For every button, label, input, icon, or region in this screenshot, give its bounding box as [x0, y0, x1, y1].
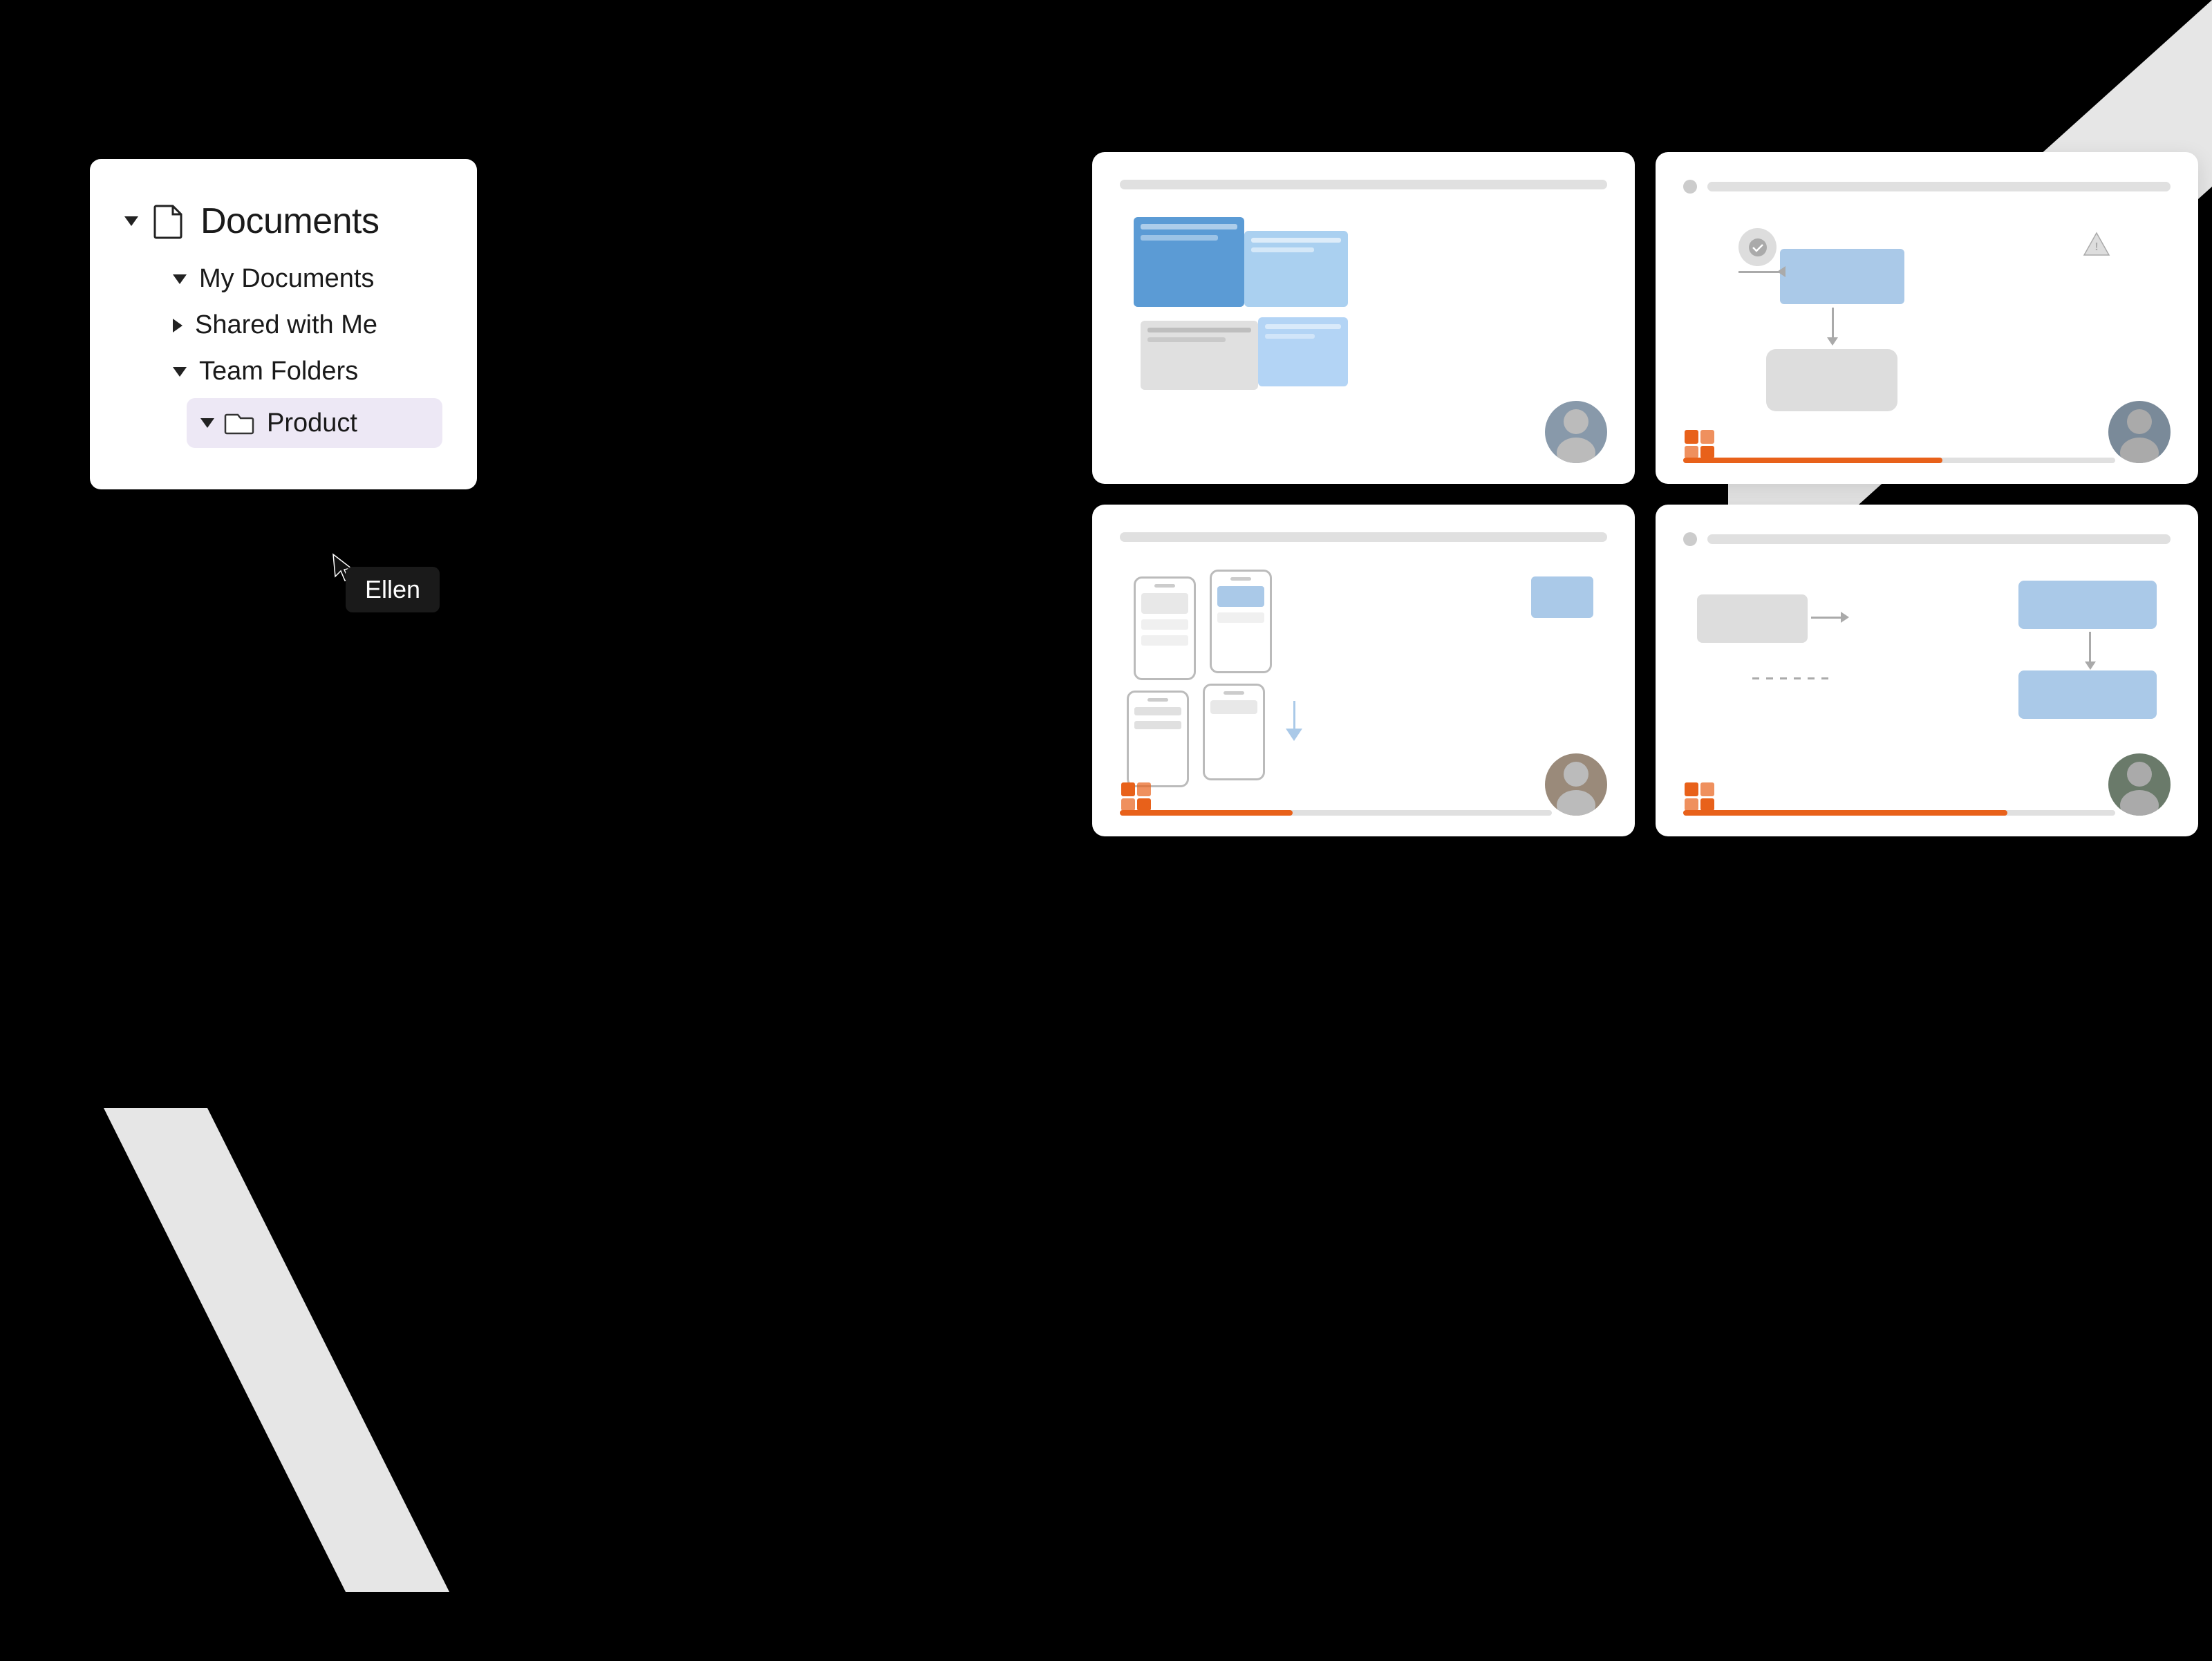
card-flow-diagram: !	[1656, 152, 2198, 484]
card-2-bar	[1707, 182, 2171, 191]
card-3-avatar	[1545, 753, 1607, 816]
document-icon	[151, 203, 187, 239]
tooltip-text: Ellen	[365, 575, 420, 603]
expand-icon-shared	[173, 319, 182, 332]
card-2-topbar	[1683, 180, 2171, 194]
documents-label: Documents	[200, 200, 379, 242]
card-3-topbar	[1120, 532, 1607, 542]
card-sticky-notes	[1092, 152, 1635, 484]
nav-item-my-documents[interactable]: My Documents	[145, 256, 442, 302]
nav-panel: Documents My Documents Shared with Me Te…	[90, 159, 477, 489]
card-2-dot	[1683, 180, 1697, 194]
card-4-topbar	[1683, 532, 2171, 546]
shared-with-me-label: Shared with Me	[195, 310, 377, 340]
expand-icon-my-docs	[173, 274, 187, 284]
cursor-area: Ellen	[332, 553, 356, 585]
cards-container: !	[1092, 152, 2198, 836]
card-3-bar	[1120, 532, 1607, 542]
card-flow-diagram-2	[1656, 505, 2198, 836]
expand-icon-documents	[124, 216, 138, 226]
svg-text:!: !	[2094, 241, 2098, 253]
card-4-bar	[1707, 534, 2171, 544]
team-folders-label: Team Folders	[199, 357, 358, 386]
nav-item-documents[interactable]: Documents	[124, 194, 442, 249]
card-4-avatar	[2108, 753, 2171, 816]
bg-shape-bottom-left	[104, 1108, 449, 1592]
avatar-woman-1	[1545, 401, 1607, 463]
my-documents-label: My Documents	[199, 264, 374, 294]
card-4-dot	[1683, 532, 1697, 546]
nav-item-shared-with-me[interactable]: Shared with Me	[145, 302, 442, 348]
card-2-avatar	[2108, 401, 2171, 463]
expand-icon-product	[200, 418, 214, 428]
expand-icon-team-folders	[173, 367, 187, 377]
nav-item-product[interactable]: Product	[187, 398, 442, 448]
tooltip-ellen: Ellen	[346, 567, 440, 612]
card-1-topbar	[1120, 180, 1607, 189]
card-1-avatar	[1545, 401, 1607, 463]
folder-icon	[224, 408, 254, 438]
card-1-bar	[1120, 180, 1607, 189]
product-label: Product	[267, 409, 357, 438]
nav-item-team-folders[interactable]: Team Folders	[145, 348, 442, 395]
card-wireframe-phones	[1092, 505, 1635, 836]
nav-sub-items: My Documents Shared with Me Team Folders…	[124, 256, 442, 448]
